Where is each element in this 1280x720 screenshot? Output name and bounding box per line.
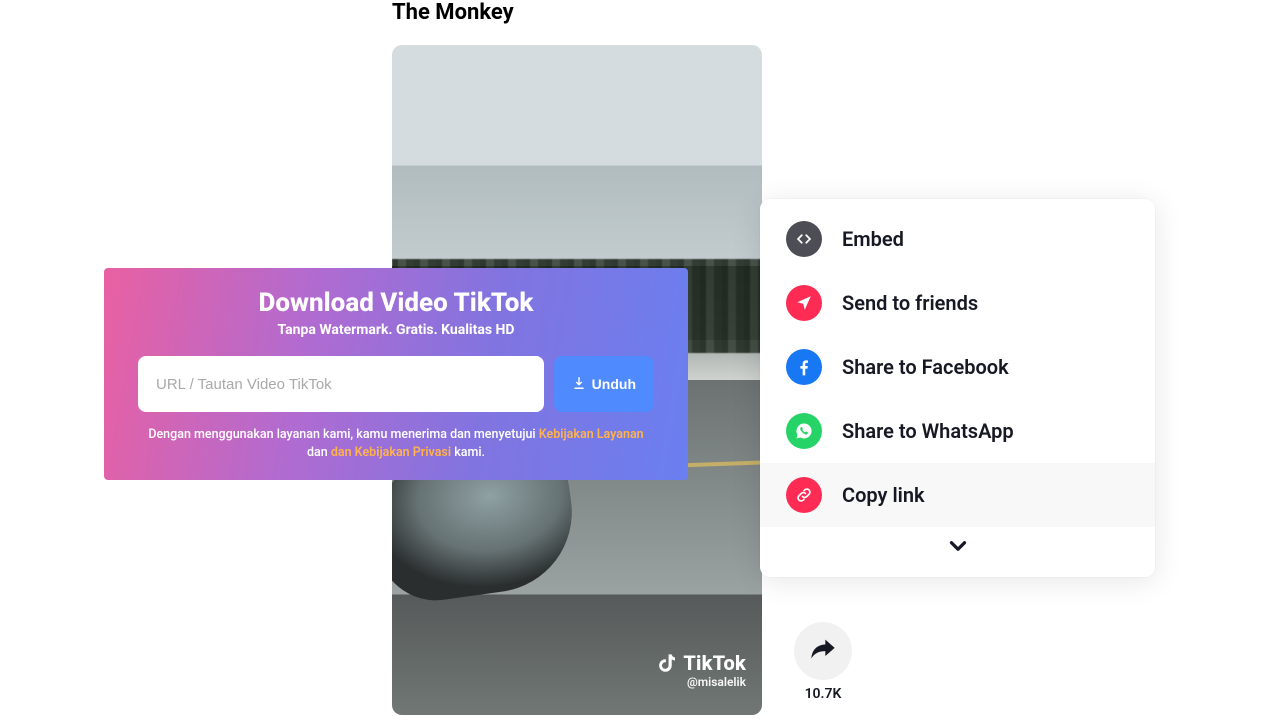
- terms-link-service[interactable]: Kebijakan Layanan: [539, 427, 644, 442]
- downloader-terms: Dengan menggunakan layanan kami, kamu me…: [138, 426, 654, 462]
- share-item-whatsapp[interactable]: Share to WhatsApp: [760, 399, 1155, 463]
- share-item-embed[interactable]: Embed: [760, 207, 1155, 271]
- terms-link-privacy[interactable]: dan Kebijakan Privasi: [331, 445, 451, 460]
- share-item-label: Embed: [842, 227, 904, 251]
- download-button[interactable]: Unduh: [554, 356, 654, 412]
- url-input[interactable]: [138, 356, 544, 412]
- page-title: The Monkey: [392, 0, 514, 25]
- share-item-label: Share to Facebook: [842, 355, 1009, 379]
- downloader-title: Download Video TikTok: [138, 288, 654, 318]
- facebook-icon: [786, 349, 822, 385]
- send-icon: [786, 285, 822, 321]
- chevron-down-icon: [945, 544, 971, 563]
- download-button-label: Unduh: [592, 376, 636, 392]
- tiktok-watermark: TikTok @misalelik: [657, 651, 746, 689]
- share-expand-button[interactable]: [760, 527, 1155, 573]
- share-item-label: Share to WhatsApp: [842, 419, 1014, 443]
- download-icon: [572, 376, 586, 393]
- downloader-card: Download Video TikTok Tanpa Watermark. G…: [104, 268, 688, 480]
- video-author-handle: @misalelik: [657, 675, 746, 689]
- share-count: 10.7K: [794, 686, 852, 702]
- tiktok-brand-text: TikTok: [683, 651, 746, 675]
- share-item-label: Send to friends: [842, 291, 978, 315]
- downloader-subtitle: Tanpa Watermark. Gratis. Kualitas HD: [138, 322, 654, 338]
- share-item-send[interactable]: Send to friends: [760, 271, 1155, 335]
- link-icon: [786, 477, 822, 513]
- share-button[interactable]: [794, 622, 852, 680]
- share-arrow-icon: [809, 635, 837, 667]
- embed-icon: [786, 221, 822, 257]
- share-item-facebook[interactable]: Share to Facebook: [760, 335, 1155, 399]
- share-item-label: Copy link: [842, 483, 925, 507]
- whatsapp-icon: [786, 413, 822, 449]
- share-item-copy-link[interactable]: Copy link: [760, 463, 1155, 527]
- tiktok-logo-icon: [657, 652, 677, 674]
- share-menu: Embed Send to friends Share to Facebook …: [760, 199, 1155, 577]
